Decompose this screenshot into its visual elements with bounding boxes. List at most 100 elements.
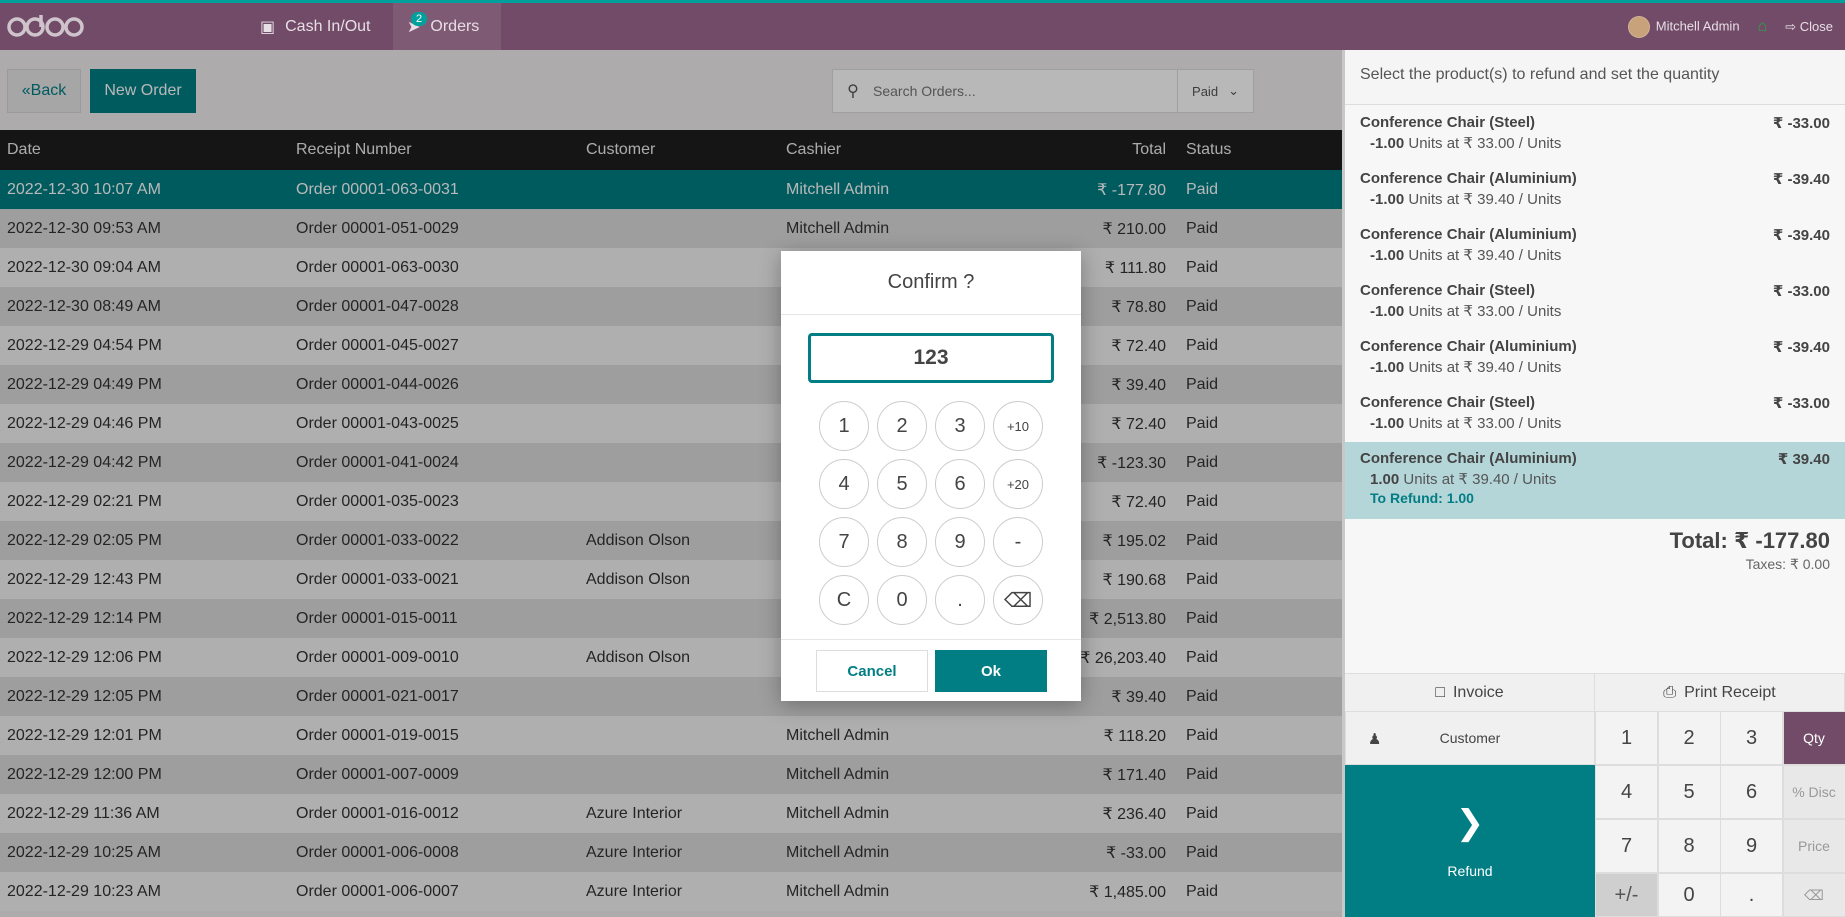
- orderline[interactable]: Conference Chair (Steel) ₹ -33.00 -1.00 Un…: [1345, 386, 1845, 442]
- cancel-button[interactable]: Cancel: [816, 650, 928, 692]
- orderline-product: Conference Chair (Aluminium): [1360, 226, 1577, 243]
- popup-key-9[interactable]: 9: [935, 517, 985, 567]
- orderline-info: -1.00 Units at ₹ 33.00 / Units: [1360, 414, 1830, 432]
- action-pad: ♟ Customer ❯ Refund 1 2 3 Qty 4 5 6% Disc 7 8 9 Pr…: [1345, 711, 1845, 917]
- orders-label: Orders: [430, 17, 480, 35]
- orderline-qty: -1.00: [1370, 303, 1405, 320]
- cash-icon: ▣: [260, 18, 276, 36]
- numpad-key-6[interactable]: 6: [1720, 765, 1783, 819]
- orderline-product: Conference Chair (Steel): [1360, 114, 1536, 131]
- popup-key-1[interactable]: 1: [819, 401, 869, 451]
- popup-title: Confirm ?: [781, 251, 1081, 315]
- popup-key-minus[interactable]: -: [993, 517, 1043, 567]
- user-avatar: [1627, 15, 1650, 38]
- close-label: Close: [1799, 18, 1833, 34]
- order-taxes: Taxes: ₹ 0.00: [1745, 556, 1830, 572]
- numpad-key-price[interactable]: Price: [1782, 819, 1845, 873]
- user-name: Mitchell Admin: [1655, 17, 1740, 33]
- numpad-key-qty[interactable]: Qty: [1782, 711, 1845, 765]
- numpad-key-1[interactable]: 1: [1595, 711, 1658, 765]
- numpad-key-4[interactable]: 4: [1595, 765, 1658, 819]
- popup-key-plus10[interactable]: +10: [993, 401, 1043, 451]
- popup-key-2[interactable]: 2: [877, 401, 927, 451]
- orderline-unit-price: Units at ₹ 33.00 / Units: [1408, 135, 1562, 152]
- orderline-product: Conference Chair (Aluminium): [1360, 338, 1577, 355]
- orderline-qty: -1.00: [1370, 247, 1405, 264]
- popup-key-6[interactable]: 6: [935, 459, 985, 509]
- orders-count-badge: 2: [411, 12, 428, 26]
- numpad-key-backspace[interactable]: ⌫: [1782, 873, 1845, 917]
- numpad-key-key[interactable]: .: [1720, 873, 1783, 917]
- orderline-unit-price: Units at ₹ 33.00 / Units: [1408, 415, 1562, 432]
- popup-key-7[interactable]: 7: [819, 517, 869, 567]
- file-icon: □: [1435, 683, 1445, 701]
- orderline-price: ₹ -39.40: [1772, 171, 1830, 188]
- numpad-key-8[interactable]: 8: [1657, 819, 1721, 873]
- refund-button[interactable]: ❯ Refund: [1345, 765, 1595, 917]
- popup-key-8[interactable]: 8: [877, 517, 927, 567]
- orderline-price: ₹ -33.00: [1772, 283, 1830, 300]
- orders-button[interactable]: ➤ 2 Orders: [393, 3, 501, 50]
- orderline[interactable]: Conference Chair (Aluminium) ₹ 39.40 1.00 …: [1345, 442, 1845, 519]
- popup-key-dot[interactable]: .: [935, 575, 985, 625]
- sign-out-icon: ⇨: [1785, 18, 1797, 34]
- customer-button[interactable]: ♟ Customer: [1345, 711, 1595, 765]
- orderline-to-refund: To Refund: 1.00: [1370, 490, 1474, 506]
- chevron-right-icon: ❯: [1455, 804, 1485, 842]
- popup-number-input[interactable]: 123: [808, 333, 1054, 383]
- orderline-info: -1.00 Units at ₹ 33.00 / Units: [1360, 134, 1830, 152]
- ok-button[interactable]: Ok: [935, 650, 1047, 692]
- orderline[interactable]: Conference Chair (Aluminium) ₹ -39.40 -1.0…: [1345, 218, 1845, 274]
- confirm-number-popup: Confirm ? 123 1 2 3 +10 4 5 6 +20 7 8 9- C 0. ⌫ Cance…: [781, 251, 1081, 701]
- orderline-price: ₹ -33.00: [1772, 395, 1830, 412]
- cash-in-out-button[interactable]: ▣ Cash In/Out: [246, 3, 386, 50]
- popup-key-C[interactable]: C: [819, 575, 869, 625]
- close-button[interactable]: ⇨ Close: [1785, 19, 1833, 35]
- orderline-qty: -1.00: [1370, 415, 1405, 432]
- popup-key-3[interactable]: 3: [935, 401, 985, 451]
- print-receipt-button[interactable]: ⎙ Print Receipt: [1595, 674, 1845, 711]
- orderline-info: 1.00 Units at ₹ 39.40 / Units: [1360, 470, 1830, 488]
- top-bar: ▣ Cash In/Out ➤ 2 Orders Mitchell Admin …: [0, 0, 1845, 50]
- orderline-price: ₹ -39.40: [1772, 339, 1830, 356]
- control-buttons: □ Invoice ⎙ Print Receipt: [1345, 673, 1845, 711]
- orderline-price: ₹ 39.40: [1777, 451, 1830, 468]
- orderline[interactable]: Conference Chair (Steel) ₹ -33.00 -1.00 Un…: [1345, 106, 1845, 162]
- refund-hint: Select the product(s) to refund and set …: [1345, 50, 1845, 105]
- invoice-button[interactable]: □ Invoice: [1345, 674, 1595, 711]
- orderline[interactable]: Conference Chair (Steel) ₹ -33.00 -1.00 Un…: [1345, 274, 1845, 330]
- refund-pane: Select the product(s) to refund and set …: [1345, 50, 1845, 917]
- popup-key-plus20[interactable]: +20: [993, 459, 1043, 509]
- orderline[interactable]: Conference Chair (Aluminium) ₹ -39.40 -1.0…: [1345, 162, 1845, 218]
- popup-key-0[interactable]: 0: [877, 575, 927, 625]
- popup-key-backspace[interactable]: ⌫: [993, 575, 1043, 625]
- orderline-product: Conference Chair (Steel): [1360, 394, 1536, 411]
- numpad-key-5[interactable]: 5: [1657, 765, 1721, 819]
- numpad-key-key[interactable]: +/-: [1595, 873, 1658, 917]
- order-total: Total: ₹ -177.80: [1669, 528, 1830, 553]
- orderline-qty: -1.00: [1370, 191, 1405, 208]
- popup-key-4[interactable]: 4: [819, 459, 869, 509]
- cash-in-out-label: Cash In/Out: [285, 17, 371, 35]
- modal-backdrop: [0, 50, 1342, 917]
- order-totals: Total: ₹ -177.80 Taxes: ₹ 0.00: [1670, 528, 1830, 573]
- numpad-key-9[interactable]: 9: [1720, 819, 1783, 873]
- numpad-key-7[interactable]: 7: [1595, 819, 1658, 873]
- numpad-key-disc[interactable]: % Disc: [1782, 765, 1845, 819]
- user-menu[interactable]: Mitchell Admin: [1627, 15, 1740, 38]
- numpad-key-0[interactable]: 0: [1657, 873, 1721, 917]
- print-icon: ⎙: [1663, 683, 1677, 701]
- orderline-product: Conference Chair (Aluminium): [1360, 170, 1577, 187]
- orderline-qty: 1.00: [1370, 471, 1400, 488]
- orderline-product: Conference Chair (Aluminium): [1360, 450, 1577, 467]
- user-icon: ♟: [1368, 731, 1382, 748]
- orderline-unit-price: Units at ₹ 33.00 / Units: [1408, 303, 1562, 320]
- popup-footer: Cancel Ok: [781, 639, 1081, 701]
- orderline-price: ₹ -39.40: [1772, 227, 1830, 244]
- numpad-key-2[interactable]: 2: [1657, 711, 1721, 765]
- popup-key-5[interactable]: 5: [877, 459, 927, 509]
- wifi-icon: ⌂: [1757, 17, 1768, 35]
- orderline[interactable]: Conference Chair (Aluminium) ₹ -39.40 -1.0…: [1345, 330, 1845, 386]
- orderline-unit-price: Units at ₹ 39.40 / Units: [1403, 471, 1557, 488]
- numpad-key-3[interactable]: 3: [1720, 711, 1783, 765]
